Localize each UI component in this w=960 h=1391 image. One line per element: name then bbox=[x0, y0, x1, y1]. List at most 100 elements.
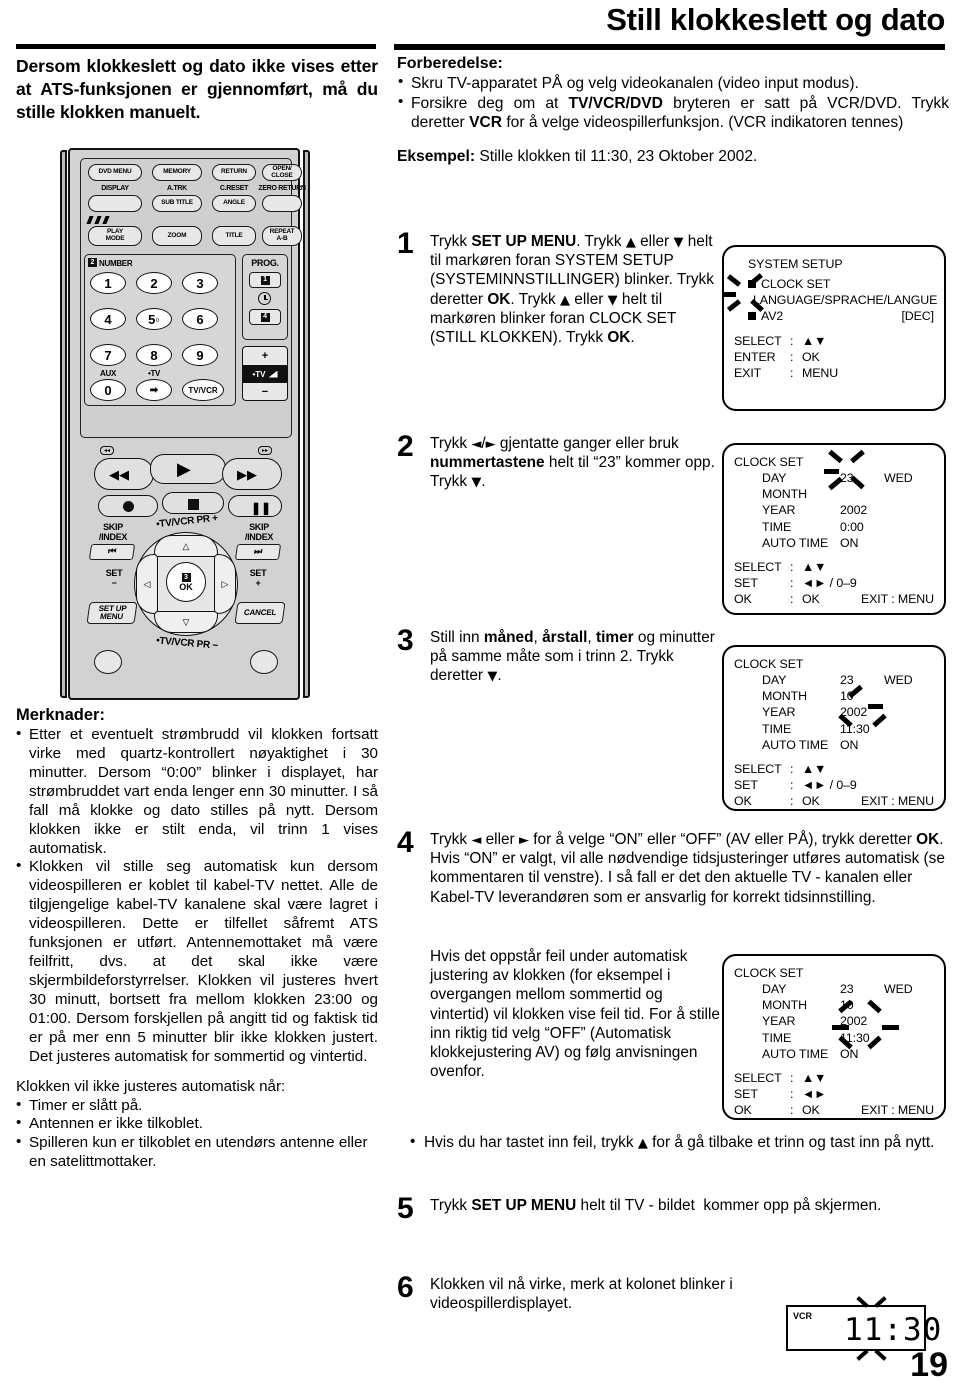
osd2-row-2-value: 2002 bbox=[840, 503, 868, 518]
open-close-label: OPEN/ CLOSE bbox=[271, 164, 293, 179]
osd3-foot-2-sep: : bbox=[790, 794, 794, 808]
osd3-title: CLOCK SET bbox=[734, 657, 804, 671]
number-button-8[interactable]: 8 bbox=[136, 344, 172, 366]
ok-button[interactable]: 3 OK bbox=[166, 562, 206, 602]
repeat-ab-button[interactable]: REPEAT A-B bbox=[262, 226, 302, 246]
osd2-foot-2-k: OK bbox=[734, 592, 752, 606]
osd3-row-4-value: ON bbox=[840, 737, 859, 752]
osd4-footer: SELECT: ▲▼ SET: ◄► OK: OK EXIT : MENU bbox=[734, 1070, 934, 1118]
osd-system-setup: SYSTEM SETUP CLOCK SET LANGUAGE/SPRACHE/… bbox=[722, 245, 946, 411]
osd3-row-4-label: AUTO TIME bbox=[762, 737, 829, 752]
osd4-row-4-label: AUTO TIME bbox=[762, 1046, 829, 1061]
memory-button[interactable]: MEMORY bbox=[152, 164, 202, 181]
tv-input-button[interactable]: ➡ bbox=[136, 379, 172, 401]
step-6-text: Klokken vil nå virke, merk at kolonet bl… bbox=[430, 1276, 733, 1313]
prog-button-1[interactable]: 1 bbox=[249, 272, 281, 288]
input-source-icon: ➡ bbox=[149, 384, 159, 396]
notes-intro-2: Klokken vil ikke justeres automatisk når… bbox=[16, 1077, 286, 1095]
osd1-item-0-label: CLOCK SET bbox=[761, 277, 831, 292]
zoom-button[interactable]: ZOOM bbox=[152, 226, 202, 246]
display-button[interactable] bbox=[88, 195, 142, 212]
chevron-up-icon: △ bbox=[182, 540, 190, 551]
rewind-icon: ◀◀ bbox=[109, 467, 129, 482]
osd1-foot-2-sep: : bbox=[790, 365, 794, 380]
aux-label: AUX bbox=[100, 369, 116, 378]
step-4: 4 Trykk ◄ eller ► for å velge “ON” eller… bbox=[397, 828, 949, 907]
number-button-9[interactable]: 9 bbox=[182, 344, 218, 366]
osd3-row-2-label: YEAR bbox=[762, 705, 796, 720]
number-button-6[interactable]: 6 bbox=[182, 308, 218, 330]
skip-forward-button[interactable]: ⏭ bbox=[234, 544, 282, 560]
extra-button-left[interactable] bbox=[94, 650, 122, 674]
forward-button[interactable]: ▶▶ bbox=[222, 458, 282, 490]
osd4-foot-0-sep: : bbox=[790, 1070, 794, 1085]
play-button[interactable]: ▶ bbox=[150, 454, 226, 484]
osd2-row-auto-time: AUTO TIME ON bbox=[762, 535, 934, 551]
skip-back-button[interactable]: ⏮ bbox=[88, 544, 136, 560]
osd2-foot-row-1: SET: ◄► / 0–9 bbox=[734, 575, 934, 591]
dpad-right-button[interactable]: ▷ bbox=[214, 554, 236, 614]
title-button[interactable]: TITLE bbox=[212, 226, 256, 246]
osd3-foot-0-sep: : bbox=[790, 761, 794, 776]
tv-volume-down-button[interactable]: − bbox=[242, 382, 288, 401]
pause-icon: ❚❚ bbox=[251, 501, 272, 515]
number-button-7[interactable]: 7 bbox=[90, 344, 126, 366]
osd-clock-set-auto-time: CLOCK SET DAY23WED MONTH10 YEAR2002 TIME… bbox=[722, 954, 946, 1120]
extra-button-right[interactable] bbox=[250, 650, 278, 674]
dpad-down-button[interactable]: ▽ bbox=[154, 611, 218, 633]
play-mode-bars-icon bbox=[86, 216, 118, 224]
play-mode-button[interactable]: PLAY MODE bbox=[88, 226, 142, 246]
osd2-foot-1-k: SET bbox=[734, 575, 758, 590]
set-plus-label: SET + bbox=[249, 568, 267, 588]
bullet-square-icon bbox=[748, 312, 756, 321]
dvd-menu-label: DVD MENU bbox=[98, 168, 132, 176]
set-up-menu-button[interactable]: SET UP MENU bbox=[86, 602, 138, 624]
tv-vcr-button[interactable]: TV/VCR bbox=[182, 379, 224, 401]
manual-page: Still klokkeslett og dato Dersom klokkes… bbox=[0, 0, 960, 1391]
number-button-3[interactable]: 3 bbox=[182, 272, 218, 294]
osd1-foot-0-sep: : bbox=[790, 333, 794, 348]
dvd-menu-button[interactable]: DVD MENU bbox=[88, 164, 142, 181]
remote-left-edge bbox=[60, 150, 67, 698]
osd2-foot-1-v: ◄► / 0–9 bbox=[802, 575, 857, 590]
prog-marker-1: 1 bbox=[260, 275, 270, 285]
fwd-step-icon: ▸▸ bbox=[258, 446, 272, 455]
tv-volume-up-button[interactable]: + bbox=[242, 346, 288, 366]
osd2-foot-2-sep: : bbox=[790, 592, 794, 606]
number-button-1[interactable]: 1 bbox=[90, 272, 126, 294]
stop-icon bbox=[188, 499, 199, 510]
osd4-foot-1-v: ◄► bbox=[802, 1086, 827, 1101]
open-close-button[interactable]: OPEN/ CLOSE bbox=[262, 164, 302, 181]
return-button[interactable]: RETURN bbox=[212, 164, 256, 181]
osd1-item-2-label: AV2 bbox=[761, 309, 784, 324]
osd1-foot-row-2: EXIT: MENU bbox=[734, 365, 934, 381]
osd2-row-4-value: ON bbox=[840, 535, 859, 550]
osd3-foot-1-sep: : bbox=[790, 777, 794, 792]
step-1-text: Trykk SET UP MENU. Trykk ▲ eller ▼ helt … bbox=[430, 233, 714, 346]
osd1-item-2-value: [DEC] bbox=[901, 309, 934, 324]
number-button-2[interactable]: 2 bbox=[136, 272, 172, 294]
right-column: Forberedelse: Skru TV-apparatet PÅ og ve… bbox=[397, 55, 949, 166]
number-button-4[interactable]: 4 bbox=[90, 308, 126, 330]
osd3-row-day: DAY 23 WED bbox=[762, 672, 934, 688]
osd4-row-0-value: 23 bbox=[840, 982, 854, 997]
osd2-row-time: TIME 0:00 bbox=[762, 519, 934, 535]
zero-return-button[interactable] bbox=[262, 195, 302, 212]
chevron-left-icon: ◁ bbox=[143, 578, 151, 589]
dpad-up-button[interactable]: △ bbox=[154, 535, 218, 557]
record-icon bbox=[123, 501, 134, 512]
subtitle-button[interactable]: SUB TITLE bbox=[152, 195, 202, 212]
prog-button-4[interactable]: 4 bbox=[249, 309, 281, 325]
repeat-ab-label: REPEAT A-B bbox=[269, 228, 295, 242]
dpad-left-button[interactable]: ◁ bbox=[136, 554, 158, 614]
cancel-button[interactable]: CANCEL bbox=[234, 602, 286, 624]
number-button-0[interactable]: 0 bbox=[90, 379, 126, 401]
zoom-label: ZOOM bbox=[167, 231, 187, 239]
angle-label: ANGLE bbox=[223, 199, 245, 207]
record-button[interactable] bbox=[98, 495, 158, 517]
number-button-5[interactable]: 5◦ bbox=[136, 308, 172, 330]
osd1-foot-row-0: SELECT: ▲▼ bbox=[734, 333, 934, 349]
rewind-button[interactable]: ◀◀ bbox=[94, 458, 154, 490]
stop-button[interactable] bbox=[162, 492, 224, 514]
angle-button[interactable]: ANGLE bbox=[212, 195, 256, 212]
